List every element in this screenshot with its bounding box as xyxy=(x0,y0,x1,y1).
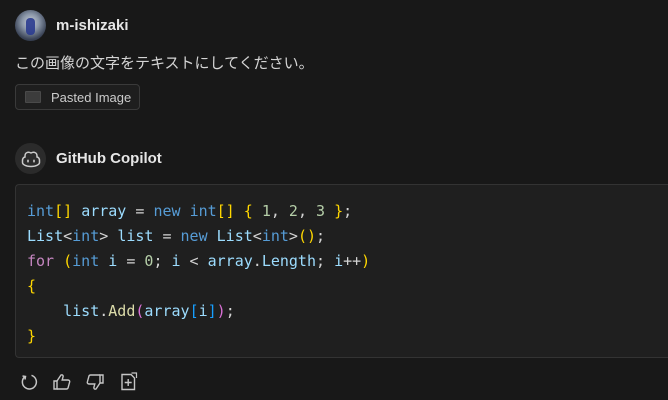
code-token: new xyxy=(153,202,181,220)
code-token: ] xyxy=(207,302,217,320)
code-line: } xyxy=(27,324,668,349)
code-token: = xyxy=(153,227,181,245)
code-token: Add xyxy=(108,302,136,320)
code-token: ++ xyxy=(343,252,362,270)
user-name: m-ishizaki xyxy=(56,17,129,34)
code-token: = xyxy=(126,202,154,220)
code-line: { xyxy=(27,274,668,299)
code-token: < xyxy=(180,252,208,270)
code-line: list.Add(array[i]); xyxy=(27,299,668,324)
code-token: , xyxy=(270,202,289,220)
code-token: ; xyxy=(316,227,326,245)
code-token: 2 xyxy=(288,202,298,220)
code-line: for (int i = 0; i < array.Length; i++) xyxy=(27,249,668,274)
code-token: i xyxy=(171,252,181,270)
code-token: { xyxy=(27,277,37,295)
image-thumbnail-icon xyxy=(25,91,41,103)
code-token: int xyxy=(72,252,100,270)
user-avatar xyxy=(15,10,46,41)
code-token: . xyxy=(252,252,262,270)
code-token: [ xyxy=(189,302,199,320)
code-token: > xyxy=(288,227,298,245)
code-token: array xyxy=(207,252,253,270)
attachment-label: Pasted Image xyxy=(51,89,132,105)
code-token: int xyxy=(261,227,289,245)
code-token: Length xyxy=(261,252,316,270)
chat-panel: m-ishizaki この画像の文字をテキストにしてください。 Pasted I… xyxy=(0,0,668,400)
code-token: list xyxy=(63,302,100,320)
code-token: ; xyxy=(153,252,172,270)
code-line: int[] array = new int[] { 1, 2, 3 }; xyxy=(27,199,668,224)
code-token: int xyxy=(27,202,55,220)
code-token: for xyxy=(27,252,55,270)
copilot-icon xyxy=(15,143,46,174)
code-token: i xyxy=(198,302,208,320)
code-token: int xyxy=(72,227,100,245)
code-token: , xyxy=(297,202,316,220)
assistant-message-header: GitHub Copilot xyxy=(15,143,162,174)
code-token: ( xyxy=(63,252,73,270)
code-token: new xyxy=(180,227,208,245)
code-token: array xyxy=(144,302,190,320)
retry-icon[interactable] xyxy=(19,372,39,392)
code-token: } xyxy=(27,327,37,345)
code-token: array xyxy=(81,202,127,220)
code-token: 3 xyxy=(316,202,326,220)
code-token: int xyxy=(189,202,217,220)
pasted-image-attachment[interactable]: Pasted Image xyxy=(15,84,141,110)
code-token: ; xyxy=(343,202,353,220)
code-token: < xyxy=(252,227,262,245)
code-token: 1 xyxy=(261,202,271,220)
thumbs-up-icon[interactable] xyxy=(52,372,72,392)
code-token: > xyxy=(99,227,109,245)
code-token: list xyxy=(117,227,154,245)
code-token: List xyxy=(27,227,64,245)
code-token: { xyxy=(243,202,253,220)
code-token: ; xyxy=(225,302,235,320)
code-token: . xyxy=(99,302,109,320)
insert-into-new-file-icon[interactable] xyxy=(118,372,138,392)
thumbs-down-icon[interactable] xyxy=(85,372,105,392)
code-token: i xyxy=(108,252,118,270)
assistant-name: GitHub Copilot xyxy=(56,150,162,167)
code-token: () xyxy=(297,227,316,245)
code-token: ) xyxy=(361,252,371,270)
user-message-text: この画像の文字をテキストにしてください。 xyxy=(15,54,314,72)
code-token: List xyxy=(216,227,253,245)
code-line: List<int> list = new List<int>(); xyxy=(27,224,668,249)
code-token: < xyxy=(63,227,73,245)
code-token: ; xyxy=(316,252,335,270)
code-token: [] xyxy=(216,202,235,220)
code-token: ) xyxy=(216,302,226,320)
response-actions xyxy=(19,372,138,392)
code-token: [] xyxy=(54,202,73,220)
code-block[interactable]: int[] array = new int[] { 1, 2, 3 }; List… xyxy=(15,184,668,358)
user-message-header: m-ishizaki xyxy=(15,10,129,41)
code-token: i xyxy=(334,252,344,270)
code-token: } xyxy=(334,202,344,220)
code-token: = xyxy=(117,252,145,270)
